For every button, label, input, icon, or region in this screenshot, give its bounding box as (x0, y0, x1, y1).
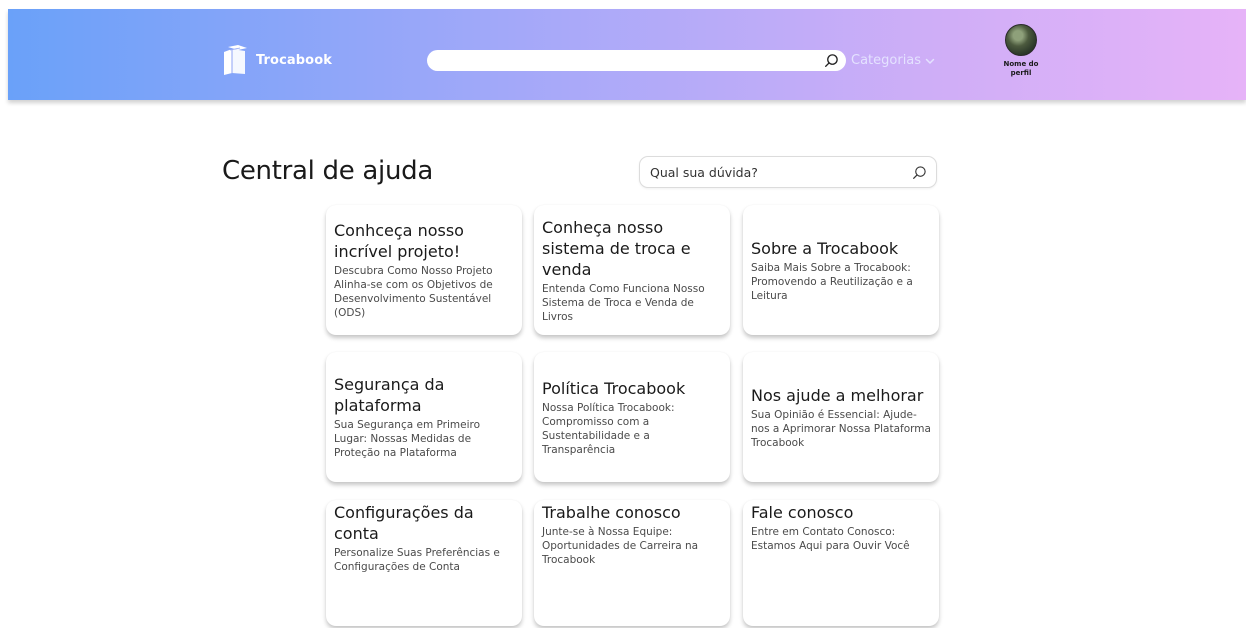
help-card-politica[interactable]: Política Trocabook Nossa Política Trocab… (534, 352, 730, 482)
categories-label: Categorias (851, 53, 922, 68)
card-title: Trabalhe conosco (542, 503, 681, 522)
help-card-configuracoes[interactable]: Configurações da conta Personalize Suas … (326, 500, 522, 626)
card-description: Nossa Política Trocabook: Compromisso co… (542, 401, 675, 456)
card-title: Nos ajude a melhorar (751, 385, 924, 405)
card-description: Sua Segurança em Primeiro Lugar: Nossas … (334, 419, 481, 459)
categories-dropdown[interactable]: Categorias (851, 50, 935, 71)
card-title: Segurança da plataforma (334, 375, 445, 415)
global-search-input[interactable] (427, 50, 846, 71)
help-search-placeholder: Qual sua dúvida? (650, 165, 758, 180)
help-search-input[interactable]: Qual sua dúvida? (639, 156, 937, 188)
help-card-sobre[interactable]: Sobre a Trocabook Saiba Mais Sobre a Tro… (743, 205, 939, 335)
help-center-page: Trocabook Categorias Nome do perfil Cent… (0, 0, 1246, 628)
help-card-projeto[interactable]: Conhceça nosso incrível projeto! Descubr… (326, 205, 522, 335)
card-title: Política Trocabook (542, 378, 686, 398)
card-title: Fale conosco (751, 503, 854, 522)
card-description: Entenda Como Funciona Nosso Sistema de T… (542, 282, 705, 323)
search-icon[interactable] (912, 165, 927, 180)
card-description: Sua Opinião é Essencial: Ajude-nos a Apr… (751, 408, 931, 449)
help-card-fale-conosco[interactable]: Fale conosco Entre em Contato Conosco: E… (743, 500, 939, 626)
help-card-seguranca[interactable]: Segurança da plataforma Sua Segurança em… (326, 352, 522, 482)
card-title: Sobre a Trocabook (751, 238, 899, 258)
search-icon[interactable] (824, 53, 839, 68)
card-description: Entre em Contato Conosco: Estamos Aqui p… (751, 526, 910, 552)
books-icon (224, 45, 247, 75)
card-description: Junte-se à Nossa Equipe: Oportunidades d… (542, 526, 699, 566)
top-navbar: Trocabook Categorias Nome do perfil (8, 9, 1246, 100)
logo[interactable]: Trocabook (218, 43, 332, 77)
card-title: Configurações da conta (334, 503, 474, 543)
card-title: Conheça nosso sistema de troca e venda (542, 217, 691, 279)
logo-text: Trocabook (256, 52, 332, 68)
page-title: Central de ajuda (222, 156, 433, 186)
card-description: Saiba Mais Sobre a Trocabook: Promovendo… (751, 261, 913, 302)
card-description: Personalize Suas Preferências e Configur… (334, 547, 500, 573)
card-title: Conhceça nosso incrível projeto! (334, 221, 464, 261)
help-card-melhorar[interactable]: Nos ajude a melhorar Sua Opinião é Essen… (743, 352, 939, 482)
card-description: Descubra Como Nosso Projeto Alinha-se co… (334, 265, 493, 319)
help-card-trabalhe[interactable]: Trabalhe conosco Junte-se à Nossa Equipe… (534, 500, 730, 626)
avatar[interactable] (1005, 24, 1037, 56)
profile-menu[interactable]: Nome do perfil (993, 24, 1049, 78)
help-card-sistema-troca[interactable]: Conheça nosso sistema de troca e venda E… (534, 205, 730, 335)
chevron-down-icon (925, 58, 935, 64)
profile-name: Nome do perfil (1003, 60, 1039, 77)
